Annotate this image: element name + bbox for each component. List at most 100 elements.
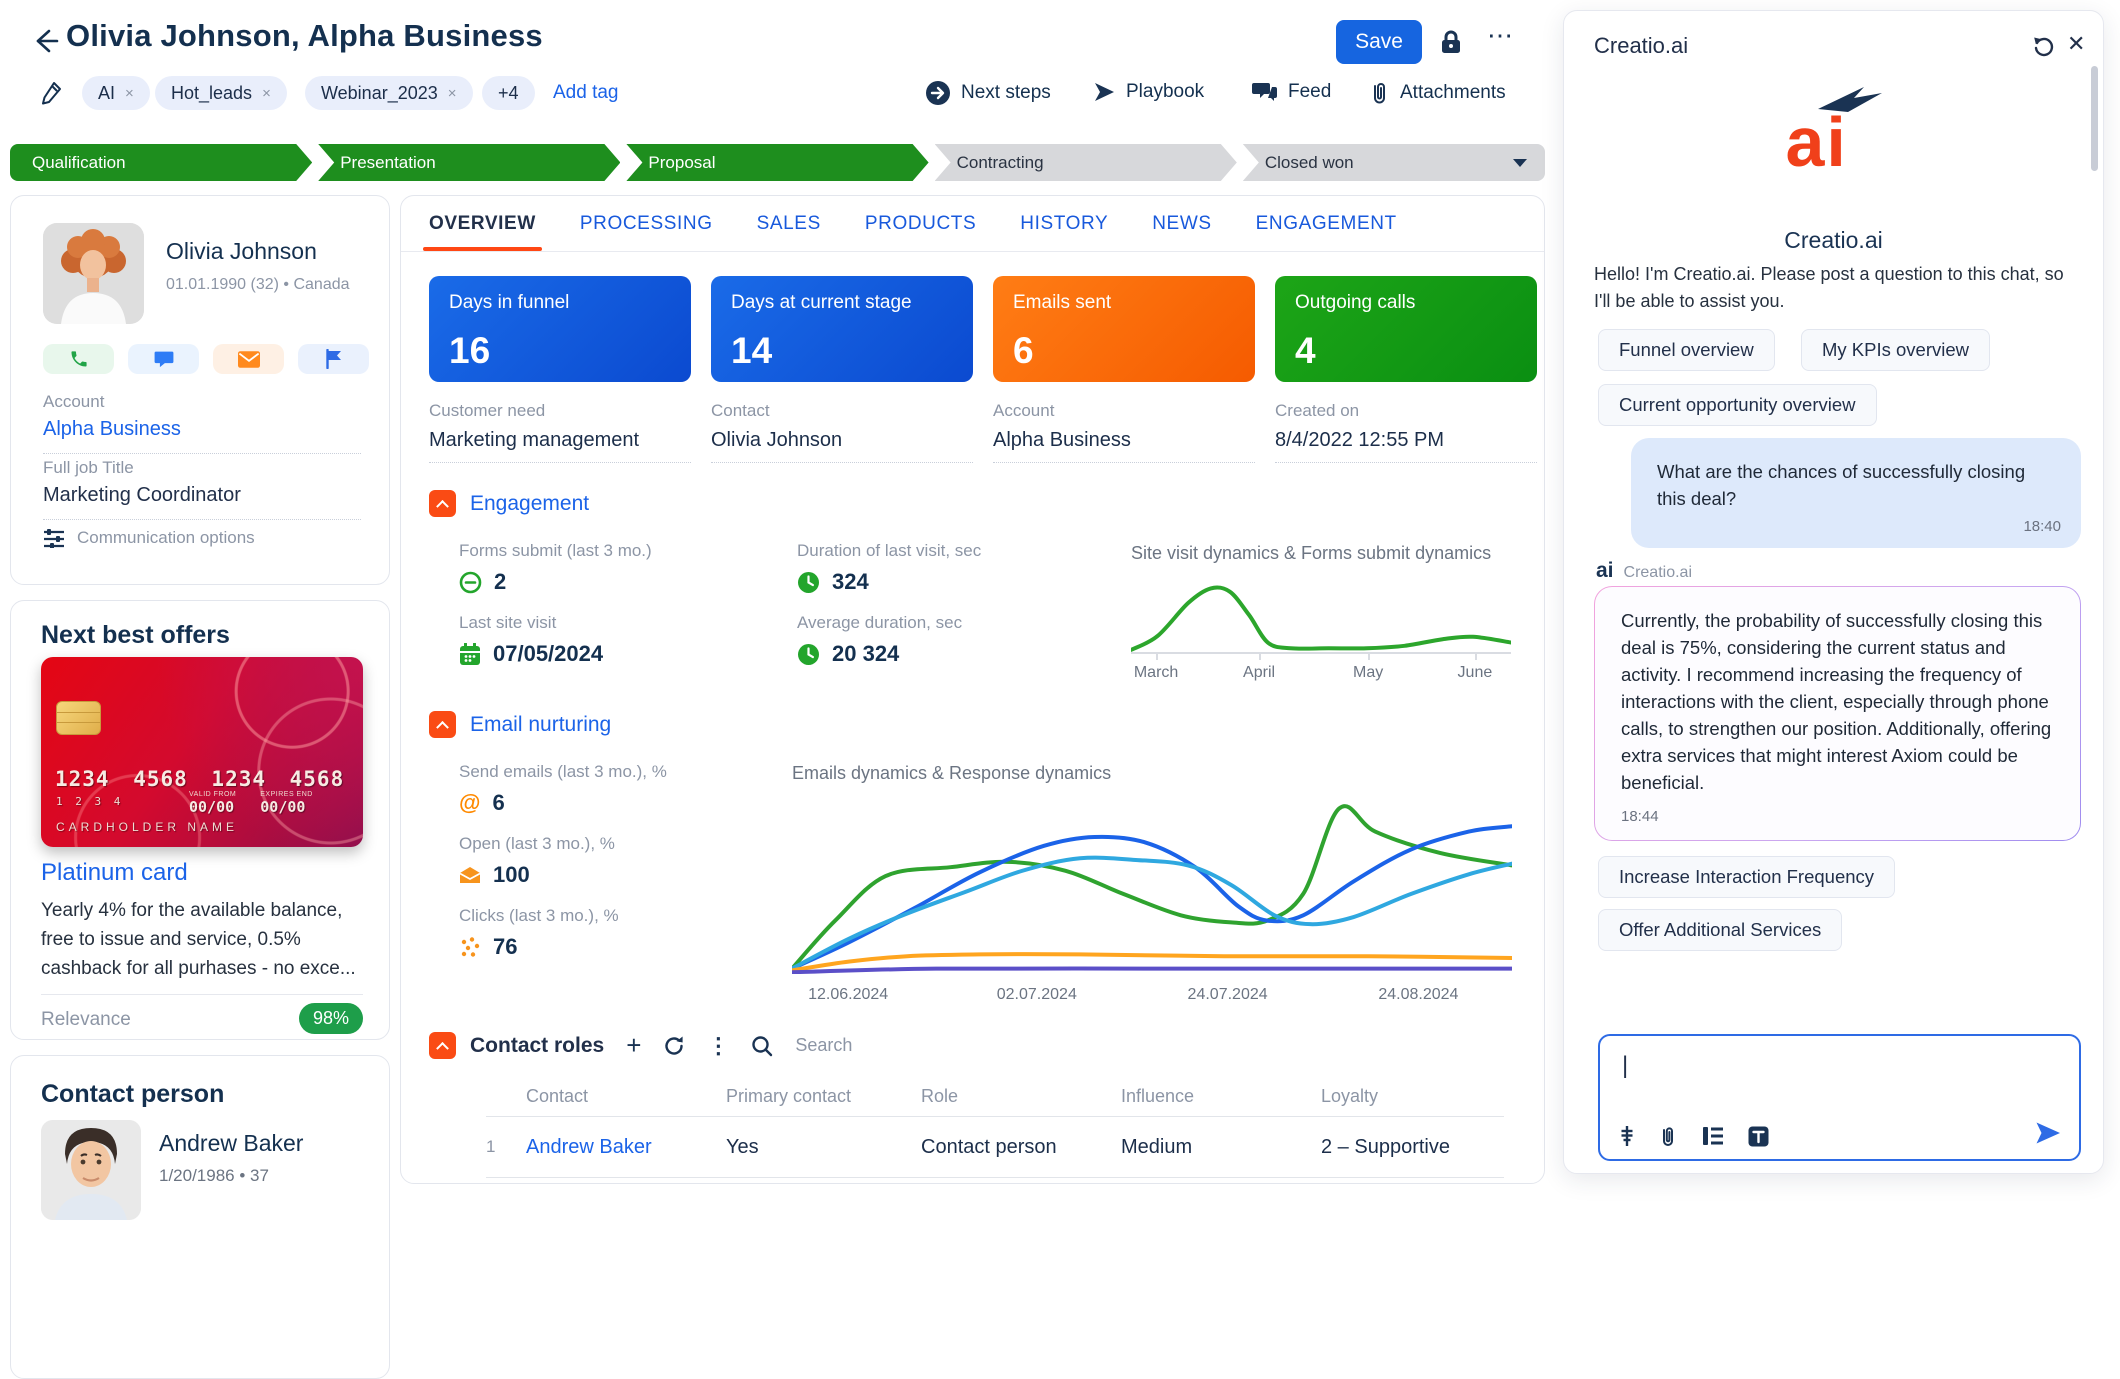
kpi-days-at-stage: Days at current stage14	[711, 276, 973, 382]
feed-button[interactable]: Feed	[1252, 80, 1331, 104]
contact-roles-section-title: Contact roles	[470, 1034, 604, 1058]
playbook-icon	[1092, 80, 1116, 104]
kebab-menu-icon[interactable]: ⋮	[707, 1033, 729, 1059]
insert-field-icon[interactable]	[1620, 1125, 1634, 1147]
playbook-button[interactable]: Playbook	[1092, 80, 1204, 104]
account-field: Account Alpha Business	[993, 401, 1255, 463]
next-steps-button[interactable]: Next steps	[925, 80, 1051, 106]
valid-from: VALID FROM 00/00	[189, 791, 236, 816]
relevance-label: Relevance	[41, 1009, 131, 1031]
suggestion-opportunity-overview[interactable]: Current opportunity overview	[1598, 384, 1877, 426]
tab-engagement[interactable]: ENGAGEMENT	[1256, 196, 1397, 251]
contact-meta: 01.01.1990 (32) • Canada	[166, 276, 350, 294]
email-button[interactable]	[213, 344, 284, 374]
credit-card-image[interactable]: 1234 4568 1234 4568 1 2 3 4 VALID FROM 0…	[41, 657, 363, 847]
add-contact-role-icon[interactable]: +	[626, 1030, 641, 1061]
search-icon[interactable]	[751, 1035, 773, 1057]
customer-need-value[interactable]: Marketing management	[429, 429, 639, 452]
tab-processing[interactable]: PROCESSING	[580, 196, 713, 251]
contact-person-title: Contact person	[41, 1080, 224, 1109]
account-link[interactable]: Alpha Business	[43, 418, 361, 453]
at-icon: @	[459, 790, 480, 816]
attach-file-icon[interactable]	[1658, 1125, 1678, 1147]
close-panel-icon[interactable]: ✕	[2067, 31, 2085, 57]
suggestion-funnel-overview[interactable]: Funnel overview	[1598, 329, 1775, 371]
edit-tags-icon[interactable]	[40, 80, 64, 106]
customer-need-field: Customer need Marketing management	[429, 401, 691, 463]
knowledge-base-icon[interactable]	[1702, 1126, 1724, 1146]
email-stat: Send emails (last 3 mo.), % @ 6	[459, 762, 667, 816]
restart-chat-icon[interactable]	[2032, 33, 2056, 57]
chat-button[interactable]	[128, 344, 199, 374]
stage-dropdown-caret-icon[interactable]	[1513, 159, 1527, 167]
remove-tag-icon[interactable]: ×	[125, 85, 134, 102]
contact-link[interactable]: Olivia Johnson	[711, 429, 842, 452]
remove-tag-icon[interactable]: ×	[448, 85, 457, 102]
save-button[interactable]: Save	[1336, 20, 1422, 64]
tab-sales[interactable]: SALES	[757, 196, 821, 251]
tab-overview[interactable]: OVERVIEW	[429, 196, 536, 251]
chat-input[interactable]: |	[1598, 1034, 2081, 1161]
creatio-ai-logo: ai	[1564, 89, 2103, 189]
collapse-section-icon[interactable]	[429, 1032, 456, 1059]
search-placeholder[interactable]: Search	[795, 1035, 852, 1056]
add-tag-link[interactable]: Add tag	[553, 82, 619, 104]
funnel-stage-contracting[interactable]: Contracting	[935, 144, 1237, 181]
funnel-stage-closed-won[interactable]: Closed won	[1243, 144, 1545, 181]
tab-news[interactable]: NEWS	[1152, 196, 1211, 251]
engagement-section-title[interactable]: Engagement	[470, 492, 589, 516]
send-message-icon[interactable]	[2035, 1121, 2061, 1145]
action-increase-interaction[interactable]: Increase Interaction Frequency	[1598, 856, 1895, 898]
tab-products[interactable]: PRODUCTS	[865, 196, 976, 251]
page-title: Olivia Johnson, Alpha Business	[66, 18, 543, 54]
x-tick-label: 12.06.2024	[808, 986, 888, 1004]
flag-button[interactable]	[298, 344, 369, 374]
tab-history[interactable]: HISTORY	[1020, 196, 1108, 251]
collapse-section-icon[interactable]	[429, 711, 456, 738]
card-number-small: 1 2 3 4	[56, 795, 123, 808]
engagement-stat: Last site visit 07/05/2024	[459, 613, 603, 667]
chat-icon	[154, 350, 174, 368]
table-row[interactable]: 1 Andrew Baker Yes Contact person Medium…	[486, 1116, 1504, 1178]
funnel-stage-proposal[interactable]: Proposal	[626, 144, 928, 181]
card-chip	[56, 701, 101, 735]
text-format-icon[interactable]	[1748, 1126, 1769, 1147]
site-visit-chart: Site visit dynamics & Forms submit dynam…	[1131, 543, 1516, 654]
contact-profile-card: Olivia Johnson 01.01.1990 (32) • Canada …	[10, 195, 390, 585]
refresh-icon[interactable]	[663, 1035, 685, 1057]
more-actions-icon[interactable]: ⋯	[1487, 20, 1515, 51]
lock-icon[interactable]	[1438, 28, 1464, 56]
action-offer-services[interactable]: Offer Additional Services	[1598, 909, 1842, 951]
card-number: 1234 4568 1234 4568	[55, 767, 355, 791]
account-link[interactable]: Alpha Business	[993, 429, 1131, 452]
row-contact-link[interactable]: Andrew Baker	[526, 1136, 726, 1159]
back-button[interactable]	[30, 26, 60, 56]
communication-options-button[interactable]: Communication options	[43, 528, 255, 548]
more-tags-chip[interactable]: +4	[482, 76, 535, 110]
collapse-section-icon[interactable]	[429, 490, 456, 517]
tag-chip[interactable]: Hot_leads ×	[155, 76, 287, 110]
funnel-stage-qualification[interactable]: Qualification	[10, 144, 312, 181]
engagement-stat: Forms submit (last 3 mo.) 2	[459, 541, 652, 595]
email-nurturing-section-title[interactable]: Email nurturing	[470, 713, 611, 737]
field-row: Customer need Marketing management Conta…	[429, 401, 1537, 463]
email-stat: Clicks (last 3 mo.), % 76	[459, 906, 619, 960]
suggestion-kpis-overview[interactable]: My KPIs overview	[1801, 329, 1990, 371]
remove-tag-icon[interactable]: ×	[262, 85, 271, 102]
contact-person-card: Contact person Andrew Baker 1/20/1986 • …	[10, 1055, 390, 1379]
record-header: Olivia Johnson, Alpha Business Save ⋯	[0, 0, 1545, 70]
relevance-badge: 98%	[299, 1003, 363, 1034]
contact-name: Olivia Johnson	[166, 238, 317, 265]
funnel-stage-presentation[interactable]: Presentation	[318, 144, 620, 181]
offer-product-link[interactable]: Platinum card	[41, 859, 188, 887]
user-message-bubble: What are the chances of successfully clo…	[1631, 438, 2081, 548]
call-button[interactable]	[43, 344, 114, 374]
attachments-button[interactable]: Attachments	[1368, 80, 1506, 106]
tag-chip[interactable]: Webinar_2023 ×	[305, 76, 473, 110]
kpi-emails-sent: Emails sent6	[993, 276, 1255, 382]
contact-roles-section-header: Contact roles + ⋮ Search	[429, 1030, 852, 1061]
x-tick-label: May	[1353, 664, 1383, 682]
tag-chip[interactable]: AI ×	[82, 76, 150, 110]
sliders-icon	[43, 528, 65, 548]
x-tick-label: 24.08.2024	[1378, 986, 1458, 1004]
